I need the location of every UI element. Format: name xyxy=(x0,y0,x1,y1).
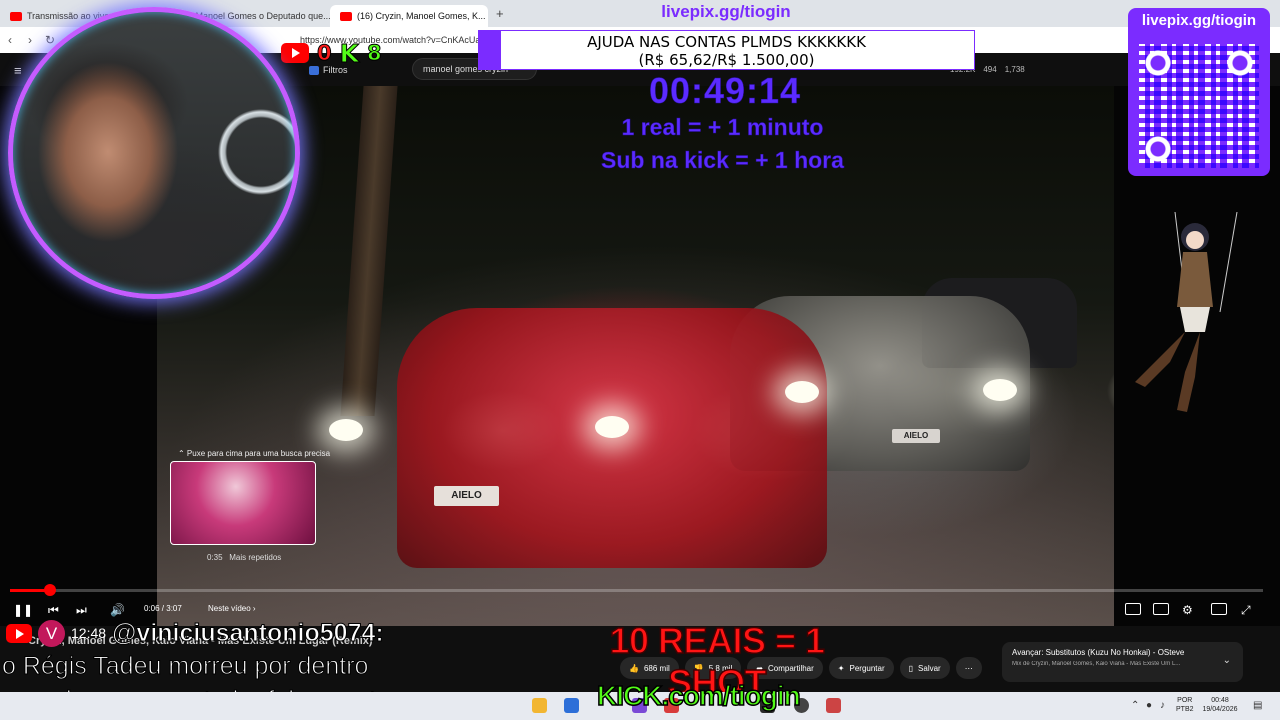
chapter-label: Neste vídeo xyxy=(208,604,251,613)
back-icon[interactable]: ‹ xyxy=(0,33,20,47)
chat-time: 12:48 xyxy=(71,625,107,641)
chat-message-line: o Régis Tadeu morreu por dentro xyxy=(1,652,369,681)
bookmark-icon: ▯ xyxy=(908,663,914,673)
notifications-icon[interactable]: ▤ xyxy=(1253,700,1262,711)
clock-time: 00:48 xyxy=(1211,697,1229,704)
scrub-time-label: Mais repetidos xyxy=(229,553,282,562)
language-indicator[interactable]: POR PTB2 xyxy=(1176,696,1194,714)
lang-primary: POR xyxy=(1177,697,1193,704)
app-icon[interactable] xyxy=(826,698,841,713)
miniplayer-icon[interactable] xyxy=(1211,603,1227,615)
stat-views: 1,738 xyxy=(1004,65,1025,74)
scrub-thumbnail xyxy=(170,461,316,545)
fullscreen-icon[interactable]: ⤢ xyxy=(1241,603,1251,618)
anime-character-sticker xyxy=(1135,212,1238,412)
qr-code xyxy=(1139,44,1259,168)
forward-icon[interactable]: › xyxy=(20,33,40,47)
lang-secondary: PTB2 xyxy=(1176,706,1194,713)
qr-label: livepix.gg/tiogin xyxy=(1141,12,1257,29)
filter-icon xyxy=(309,65,319,75)
next-subtitle: Mix de Cryzin, Manoel Gomes, Kaio Viana … xyxy=(1012,661,1181,667)
tree-trunk xyxy=(340,86,398,416)
platform-counters: 0 K 8 xyxy=(281,38,383,68)
subathon-timer: 00:49:14 xyxy=(648,70,802,112)
headlight xyxy=(785,381,819,403)
scrub-hint: ⌃ Puxe para cima para uma busca precisa xyxy=(178,449,331,458)
autoplay-next[interactable]: Avançar: Substitutos (Kuzu No Honkai) - … xyxy=(1002,642,1243,682)
ai-icon[interactable] xyxy=(1125,603,1141,615)
front-plate: AIELO xyxy=(434,486,499,506)
new-tab-icon[interactable]: + xyxy=(496,6,504,21)
file-explorer-icon[interactable] xyxy=(532,698,547,713)
youtube-icon xyxy=(10,11,22,21)
next-title: Avançar: Substitutos (Kuzu No Honkai) - … xyxy=(1012,648,1185,657)
vscode-icon[interactable] xyxy=(564,698,579,713)
time-display: 0:06 / 3:07 xyxy=(144,604,182,613)
scrub-time-value: 0:35 xyxy=(207,553,223,562)
clock[interactable]: 00:48 19/04/2026 xyxy=(1200,696,1240,714)
screen: Transmissão ao vivo - Yo... (16) Manoel … xyxy=(0,0,1280,720)
rule-sub: Sub na kick = + 1 hora xyxy=(601,147,844,174)
chat-header: V 12:48 @viniciusantonio5074: xyxy=(6,618,384,648)
stat-likes: 494 xyxy=(983,65,997,74)
menu-icon[interactable]: ≡ xyxy=(14,63,22,78)
tray-chevron-icon[interactable]: ⌃ xyxy=(1131,700,1139,711)
save-label: Salvar xyxy=(918,663,941,673)
red-car xyxy=(397,308,827,568)
speaker-icon[interactable]: ♪ xyxy=(1160,700,1165,711)
kick-url: KICK.com/tiogin xyxy=(596,679,801,712)
avatar: V xyxy=(38,619,65,647)
donation-goal: AJUDA NAS CONTAS PLMDS KKKKKKK (R$ 65,62… xyxy=(478,30,975,70)
clock-date: 19/04/2026 xyxy=(1202,706,1238,713)
mic-icon[interactable]: ● xyxy=(1146,700,1152,711)
save-button[interactable]: ▯ Salvar xyxy=(899,657,950,679)
kick-counter: 8 xyxy=(367,41,383,66)
youtube-counter: 0 xyxy=(317,41,333,66)
rear-plate: AIELO xyxy=(892,429,940,443)
chat-username: @viniciusantonio5074: xyxy=(112,618,385,647)
livepix-qr-panel: livepix.gg/tiogin xyxy=(1128,8,1270,176)
progress-bar[interactable] xyxy=(10,584,1263,596)
previous-icon[interactable]: ⏮ xyxy=(48,603,59,618)
chevron-down-icon[interactable]: ⌄ xyxy=(1223,655,1231,666)
goal-amount: (R$ 65,62/R$ 1.500,00) xyxy=(638,51,815,69)
settings-icon[interactable]: ⚙ xyxy=(1182,603,1193,617)
headlight xyxy=(595,416,629,438)
goal-title: AJUDA NAS CONTAS PLMDS KKKKKKK xyxy=(587,33,866,51)
volume-icon[interactable]: 🔊 xyxy=(110,603,125,617)
subtitles-icon[interactable] xyxy=(1153,603,1169,615)
pause-icon[interactable]: ❚❚ xyxy=(13,603,33,617)
next-icon[interactable]: ⏭ xyxy=(76,603,87,618)
chapter-button[interactable]: Neste vídeo › xyxy=(208,604,256,613)
tab-cryzin-active[interactable]: (16) Cryzin, Manoel Gomes, K... × xyxy=(330,5,488,27)
scrub-time: 0:35 Mais repetidos xyxy=(207,553,281,562)
headlight xyxy=(329,419,363,441)
progress-handle[interactable] xyxy=(44,584,57,596)
headlight xyxy=(983,379,1017,401)
more-button[interactable]: ⋯ xyxy=(955,657,982,679)
webcam-circle xyxy=(8,7,300,299)
livepix-top-text: livepix.gg/tiogin xyxy=(661,2,791,21)
more-icon: ⋯ xyxy=(964,663,973,673)
youtube-icon xyxy=(340,11,352,21)
youtube-icon xyxy=(6,623,32,643)
youtube-icon xyxy=(281,43,309,63)
rule-real: 1 real = + 1 minuto xyxy=(621,114,824,141)
tab-label: (16) Cryzin, Manoel Gomes, K... xyxy=(357,11,486,21)
kick-icon: K xyxy=(339,38,359,68)
